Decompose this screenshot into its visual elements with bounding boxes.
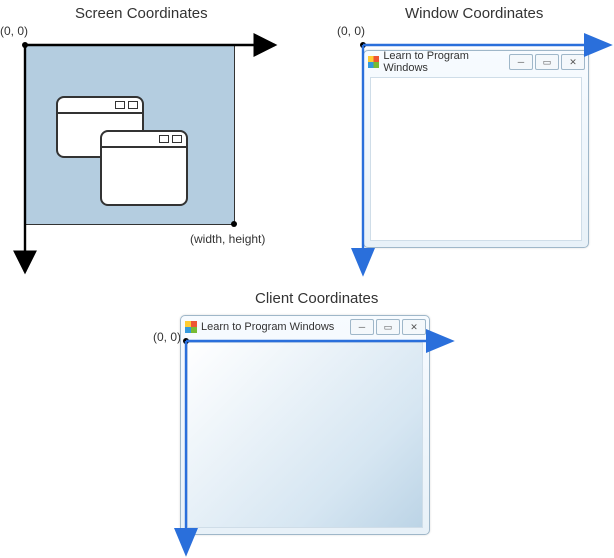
window-client-area <box>370 77 582 241</box>
app-icon <box>368 56 379 68</box>
close-icon: ✕ <box>402 319 426 335</box>
window-titlebar: Learn to Program Windows ─ ▭ ✕ <box>364 51 588 73</box>
window-title-text: Learn to Program Windows <box>201 321 334 333</box>
maximize-icon: ▭ <box>376 319 400 335</box>
screen-extent-label: (width, height) <box>190 232 265 246</box>
sample-window-frame: Learn to Program Windows ─ ▭ ✕ <box>363 50 589 248</box>
window-origin-label: (0, 0) <box>337 24 365 38</box>
window-origin-dot <box>360 42 366 48</box>
window-caption-buttons: ─ ▭ ✕ <box>509 54 585 70</box>
window-caption-buttons: ─ ▭ ✕ <box>350 319 426 335</box>
close-icon: ✕ <box>561 54 585 70</box>
minimize-icon: ─ <box>509 54 533 70</box>
client-origin-label: (0, 0) <box>153 330 181 344</box>
maximize-icon: ▭ <box>535 54 559 70</box>
screen-origin-label: (0, 0) <box>0 24 28 38</box>
client-coords-title: Client Coordinates <box>255 290 378 307</box>
window-coords-title: Window Coordinates <box>405 5 543 22</box>
mini-window-front <box>100 130 188 206</box>
screen-origin-dot <box>22 42 28 48</box>
screen-extent-dot <box>231 221 237 227</box>
window-client-area <box>187 342 423 528</box>
sample-window-frame-client: Learn to Program Windows ─ ▭ ✕ <box>180 315 430 535</box>
window-title-text: Learn to Program Windows <box>383 50 509 74</box>
screen-box <box>25 45 235 225</box>
mini-window-titlebar <box>102 132 186 148</box>
window-titlebar: Learn to Program Windows ─ ▭ ✕ <box>181 316 429 338</box>
minimize-icon: ─ <box>350 319 374 335</box>
screen-coords-title: Screen Coordinates <box>75 5 208 22</box>
mini-window-titlebar <box>58 98 142 114</box>
client-origin-dot <box>183 338 189 344</box>
app-icon <box>185 321 197 333</box>
